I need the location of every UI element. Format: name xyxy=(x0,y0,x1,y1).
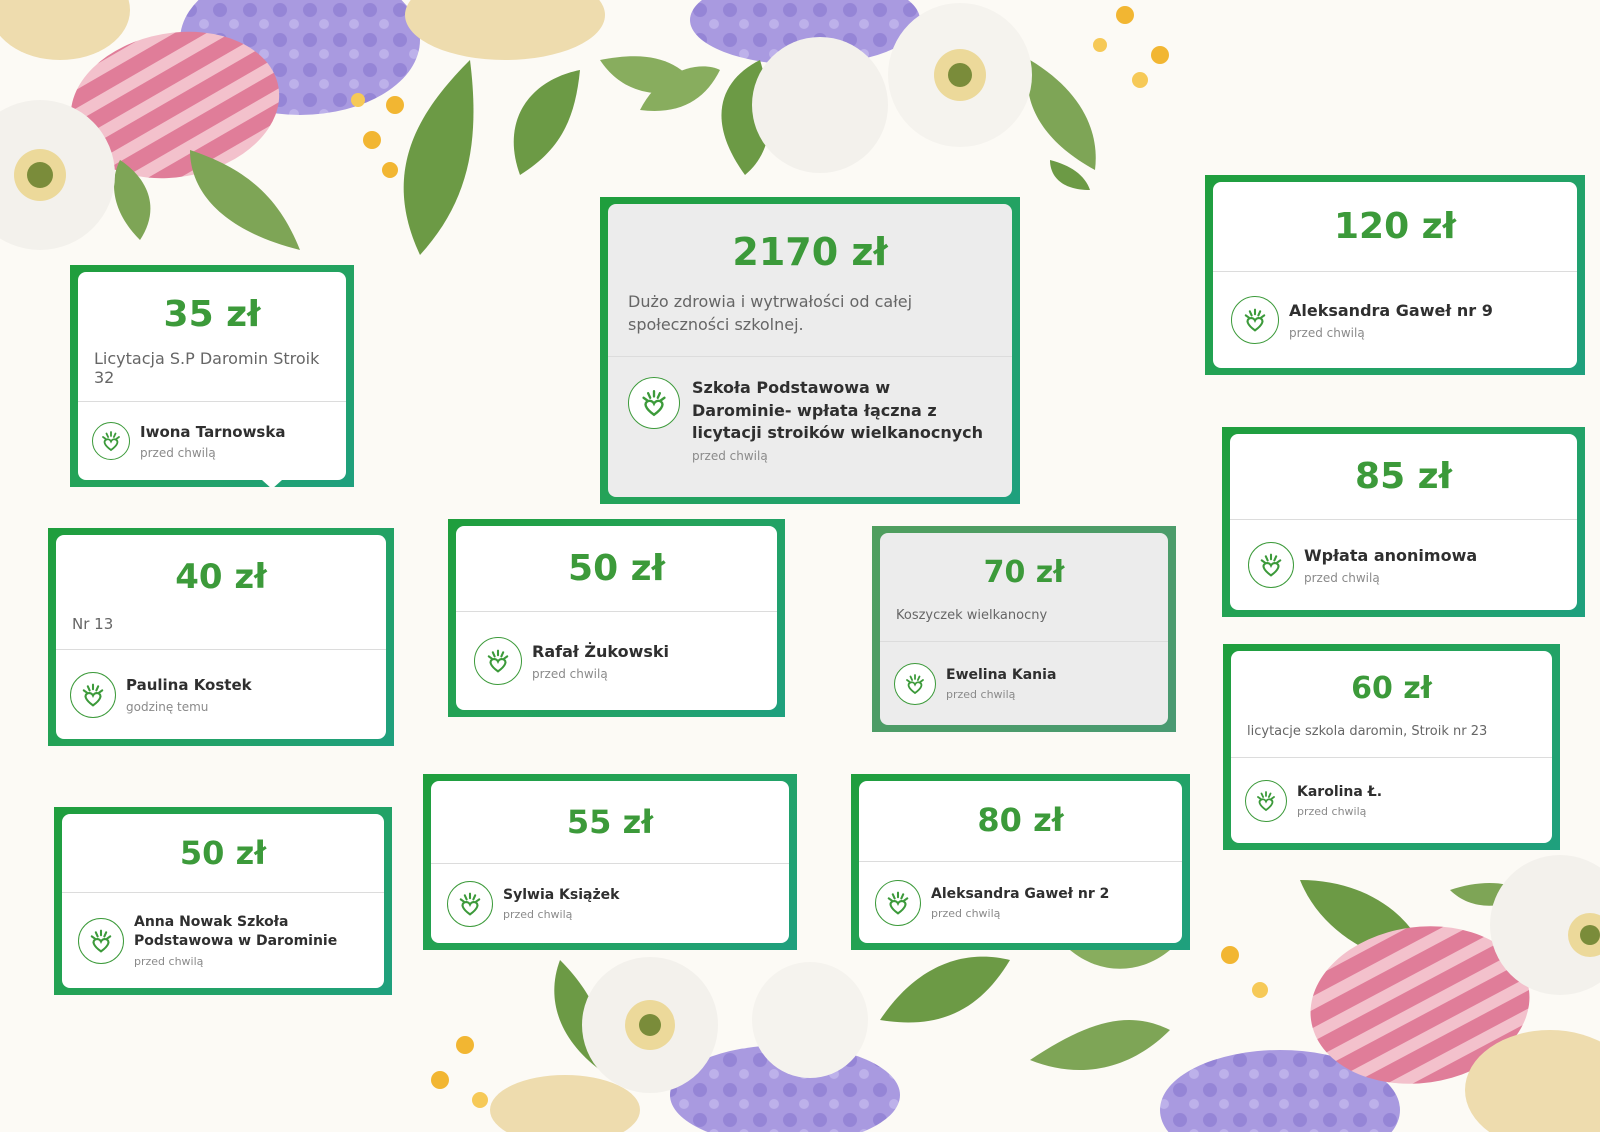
donor-name: Iwona Tarnowska xyxy=(140,422,286,441)
donation-amount: 85 zł xyxy=(1355,456,1452,497)
donor-info: Aleksandra Gaweł nr 9 przed chwilą xyxy=(1289,300,1493,340)
heart-hand-logo-icon xyxy=(92,422,130,460)
donor-row: Szkoła Podstawowa w Darominie- wpłata łą… xyxy=(608,357,1012,497)
card-pointer xyxy=(262,480,282,489)
bottom-right-flowers xyxy=(1160,855,1600,1132)
donation-time: przed chwilą xyxy=(1297,805,1367,819)
donor-info: Sylwia Książek przed chwilą xyxy=(503,886,619,922)
donor-row: Wpłata anonimowa przed chwilą xyxy=(1230,520,1577,610)
top-left-flowers xyxy=(0,0,700,255)
donor-name: Paulina Kostek xyxy=(126,676,252,695)
heart-hand-logo-icon xyxy=(1231,296,1279,344)
donation-time: przed chwilą xyxy=(503,908,573,922)
heart-hand-logo-icon xyxy=(894,662,936,705)
donor-name: Wpłata anonimowa xyxy=(1304,546,1478,566)
donation-card-40: 40 zł Nr 13 Paulina Kostek godzinę temu xyxy=(48,528,394,746)
donation-card-body: 55 zł Sylwia Książek przed chwilą xyxy=(431,781,789,943)
donation-card-body: 85 zł Wpłata anonimowa przed chwilą xyxy=(1230,434,1577,610)
donor-name: Ewelina Kania xyxy=(946,666,1057,683)
donation-time: przed chwilą xyxy=(140,446,216,461)
donation-card-120: 120 zł Aleksandra Gaweł nr 9 przed chwil… xyxy=(1205,175,1585,375)
donation-message: Koszyczek wielkanocny xyxy=(896,608,1048,623)
heart-hand-logo-icon xyxy=(1248,542,1294,588)
donation-card-body: 35 zł Licytacja S.P Daromin Stroik 32 Iw… xyxy=(78,272,346,480)
donation-card-50-anna: 50 zł Anna Nowak Szkoła Podstawowa w Dar… xyxy=(54,807,392,995)
donation-card-body: 50 zł Rafał Żukowski przed chwilą xyxy=(456,526,777,710)
donor-row: Ewelina Kania przed chwilą xyxy=(880,642,1168,725)
donor-info: Aleksandra Gaweł nr 2 przed chwilą xyxy=(931,885,1109,921)
donation-time: przed chwilą xyxy=(1289,325,1365,340)
donor-name: Anna Nowak Szkoła Podstawowa w Darominie xyxy=(134,914,338,949)
donor-name: Aleksandra Gaweł nr 9 xyxy=(1289,301,1493,321)
donation-card-2170: 2170 zł Dużo zdrowia i wytrwałości od ca… xyxy=(600,197,1020,504)
donation-card-body: 80 zł Aleksandra Gaweł nr 2 przed chwilą xyxy=(859,781,1182,943)
heart-hand-logo-icon xyxy=(628,377,680,430)
heart-hand-logo-icon xyxy=(78,917,124,964)
donation-card-50-rafal: 50 zł Rafał Żukowski przed chwilą xyxy=(448,519,785,717)
donor-name: Aleksandra Gaweł nr 2 xyxy=(931,885,1110,902)
donor-name: Karolina Ł. xyxy=(1297,783,1383,800)
donor-info: Iwona Tarnowska przed chwilą xyxy=(140,422,285,460)
donation-card-body: 70 zł Koszyczek wielkanocny Ewelina Kani… xyxy=(880,533,1168,725)
donation-amount: 40 zł xyxy=(175,557,267,597)
donation-message: Dużo zdrowia i wytrwałości od całej społ… xyxy=(628,292,913,335)
donor-info: Wpłata anonimowa przed chwilą xyxy=(1304,545,1477,585)
heart-hand-logo-icon xyxy=(70,671,116,718)
heart-hand-logo-icon xyxy=(474,637,522,685)
donor-info: Ewelina Kania przed chwilą xyxy=(946,666,1056,702)
donor-row: Sylwia Książek przed chwilą xyxy=(431,864,789,943)
donation-card-body: 40 zł Nr 13 Paulina Kostek godzinę temu xyxy=(56,535,386,739)
donation-card-body: 2170 zł Dużo zdrowia i wytrwałości od ca… xyxy=(608,204,1012,497)
donor-row: Karolina Ł. przed chwilą xyxy=(1231,758,1552,843)
donor-info: Karolina Ł. przed chwilą xyxy=(1297,783,1382,819)
donation-time: godzinę temu xyxy=(126,699,209,714)
donation-amount: 120 zł xyxy=(1334,206,1456,247)
bottom-center-flowers xyxy=(431,935,1268,1132)
donor-row: Iwona Tarnowska przed chwilą xyxy=(78,402,346,480)
donation-card-70: 70 zł Koszyczek wielkanocny Ewelina Kani… xyxy=(872,526,1176,732)
donation-amount: 80 zł xyxy=(977,801,1064,839)
donor-row: Anna Nowak Szkoła Podstawowa w Darominie… xyxy=(62,893,384,988)
donor-info: Anna Nowak Szkoła Podstawowa w Darominie… xyxy=(134,913,368,968)
donor-row: Rafał Żukowski przed chwilą xyxy=(456,612,777,710)
donation-amount: 55 zł xyxy=(566,803,654,841)
donation-message: Nr 13 xyxy=(72,615,114,633)
donor-name: Sylwia Książek xyxy=(503,886,620,903)
donor-row: Aleksandra Gaweł nr 9 przed chwilą xyxy=(1213,272,1577,368)
donation-amount: 60 zł xyxy=(1351,671,1432,706)
heart-hand-logo-icon xyxy=(447,880,493,927)
donor-name: Szkoła Podstawowa w Darominie- wpłata łą… xyxy=(692,378,984,443)
donation-time: przed chwilą xyxy=(946,688,1016,702)
donor-info: Rafał Żukowski przed chwilą xyxy=(532,641,669,681)
donation-amount: 50 zł xyxy=(179,834,267,872)
donation-amount: 70 zł xyxy=(983,555,1065,590)
donor-row: Aleksandra Gaweł nr 2 przed chwilą xyxy=(859,862,1182,943)
donation-card-body: 50 zł Anna Nowak Szkoła Podstawowa w Dar… xyxy=(62,814,384,988)
heart-hand-logo-icon xyxy=(875,879,921,926)
donation-amount: 2170 zł xyxy=(732,230,888,274)
donation-card-35: 35 zł Licytacja S.P Daromin Stroik 32 Iw… xyxy=(70,265,354,489)
donor-info: Paulina Kostek godzinę temu xyxy=(126,675,252,713)
donation-time: przed chwilą xyxy=(692,448,768,463)
donation-message: licytacje szkola daromin, Stroik nr 23 xyxy=(1247,724,1488,739)
donor-info: Szkoła Podstawowa w Darominie- wpłata łą… xyxy=(692,377,992,462)
donation-time: przed chwilą xyxy=(931,907,1001,921)
donation-card-80: 80 zł Aleksandra Gaweł nr 2 przed chwilą xyxy=(851,774,1190,950)
donation-amount: 35 zł xyxy=(163,294,261,335)
donation-time: przed chwilą xyxy=(1304,570,1380,585)
donation-card-body: 120 zł Aleksandra Gaweł nr 9 przed chwil… xyxy=(1213,182,1577,368)
donation-amount: 50 zł xyxy=(568,548,665,589)
donation-card-55: 55 zł Sylwia Książek przed chwilą xyxy=(423,774,797,950)
donation-card-85: 85 zł Wpłata anonimowa przed chwilą xyxy=(1222,427,1585,617)
donation-card-body: 60 zł licytacje szkola daromin, Stroik n… xyxy=(1231,651,1552,843)
donation-message: Licytacja S.P Daromin Stroik 32 xyxy=(94,349,320,387)
donation-time: przed chwilą xyxy=(532,666,608,681)
donation-time: przed chwilą xyxy=(134,954,204,968)
donor-name: Rafał Żukowski xyxy=(532,642,670,662)
donor-row: Paulina Kostek godzinę temu xyxy=(56,650,386,739)
donation-card-60: 60 zł licytacje szkola daromin, Stroik n… xyxy=(1223,644,1560,850)
heart-hand-logo-icon xyxy=(1245,779,1287,822)
top-center-flowers xyxy=(640,0,1169,190)
